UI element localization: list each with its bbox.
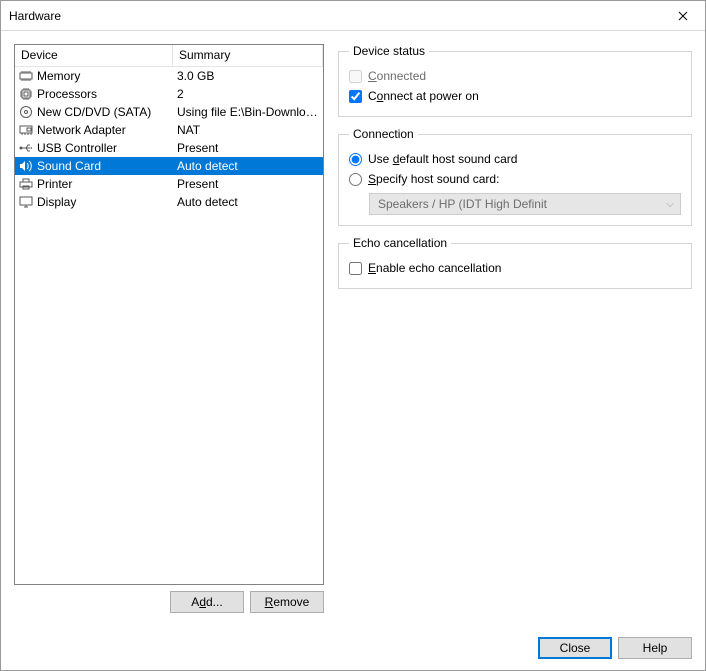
add-button[interactable]: Add... (170, 591, 244, 613)
cpu-icon (17, 86, 35, 102)
device-summary: Using file E:\Bin-Downloads\li... (173, 105, 323, 119)
device-list-header: Device Summary (15, 45, 323, 67)
close-icon[interactable] (660, 1, 705, 30)
close-button[interactable]: Close (538, 637, 612, 659)
connected-checkbox (349, 70, 362, 83)
device-name: USB Controller (35, 141, 173, 155)
echo-checkbox[interactable] (349, 262, 362, 275)
titlebar: Hardware (1, 1, 705, 31)
device-row[interactable]: New CD/DVD (SATA)Using file E:\Bin-Downl… (15, 103, 323, 121)
device-status-legend: Device status (349, 44, 429, 58)
device-name: Memory (35, 69, 173, 83)
use-default-radio[interactable] (349, 153, 362, 166)
connection-group: Connection Use default host sound card S… (338, 127, 692, 226)
device-list[interactable]: Device Summary Memory3.0 GBProcessors2Ne… (14, 44, 324, 585)
memory-icon (17, 68, 35, 84)
nic-icon (17, 122, 35, 138)
window-title: Hardware (9, 9, 660, 23)
device-summary: Present (173, 177, 323, 191)
printer-icon (17, 176, 35, 192)
device-summary: Present (173, 141, 323, 155)
device-summary: 2 (173, 87, 323, 101)
echo-checkbox-row[interactable]: Enable echo cancellation (349, 258, 681, 278)
column-device[interactable]: Device (15, 45, 173, 66)
device-summary: 3.0 GB (173, 69, 323, 83)
device-row[interactable]: Memory3.0 GB (15, 67, 323, 85)
device-row[interactable]: PrinterPresent (15, 175, 323, 193)
device-summary: Auto detect (173, 195, 323, 209)
sound-icon (17, 158, 35, 174)
device-name: New CD/DVD (SATA) (35, 105, 173, 119)
host-sound-card-combo: Speakers / HP (IDT High Definit ⌵ (369, 193, 681, 215)
device-name: Display (35, 195, 173, 209)
remove-button[interactable]: Remove (250, 591, 324, 613)
display-icon (17, 194, 35, 210)
specify-radio[interactable] (349, 173, 362, 186)
device-name: Sound Card (35, 159, 173, 173)
device-name: Network Adapter (35, 123, 173, 137)
connected-checkbox-row: Connected (349, 66, 681, 86)
combo-value: Speakers / HP (IDT High Definit (378, 197, 547, 211)
help-button[interactable]: Help (618, 637, 692, 659)
device-row[interactable]: Processors2 (15, 85, 323, 103)
connect-at-poweron-checkbox[interactable] (349, 90, 362, 103)
device-name: Printer (35, 177, 173, 191)
device-row[interactable]: DisplayAuto detect (15, 193, 323, 211)
specify-radio-row[interactable]: Specify host sound card: (349, 169, 681, 189)
device-summary: NAT (173, 123, 323, 137)
chevron-down-icon: ⌵ (666, 199, 674, 210)
connection-legend: Connection (349, 127, 418, 141)
device-row[interactable]: Network AdapterNAT (15, 121, 323, 139)
device-row[interactable]: USB ControllerPresent (15, 139, 323, 157)
connect-at-poweron-row[interactable]: Connect at power on (349, 86, 681, 106)
echo-legend: Echo cancellation (349, 236, 451, 250)
usb-icon (17, 140, 35, 156)
echo-group: Echo cancellation Enable echo cancellati… (338, 236, 692, 289)
column-summary[interactable]: Summary (173, 45, 323, 66)
use-default-radio-row[interactable]: Use default host sound card (349, 149, 681, 169)
device-name: Processors (35, 87, 173, 101)
device-row[interactable]: Sound CardAuto detect (15, 157, 323, 175)
device-status-group: Device status Connected Connect at power… (338, 44, 692, 117)
device-summary: Auto detect (173, 159, 323, 173)
disc-icon (17, 104, 35, 120)
